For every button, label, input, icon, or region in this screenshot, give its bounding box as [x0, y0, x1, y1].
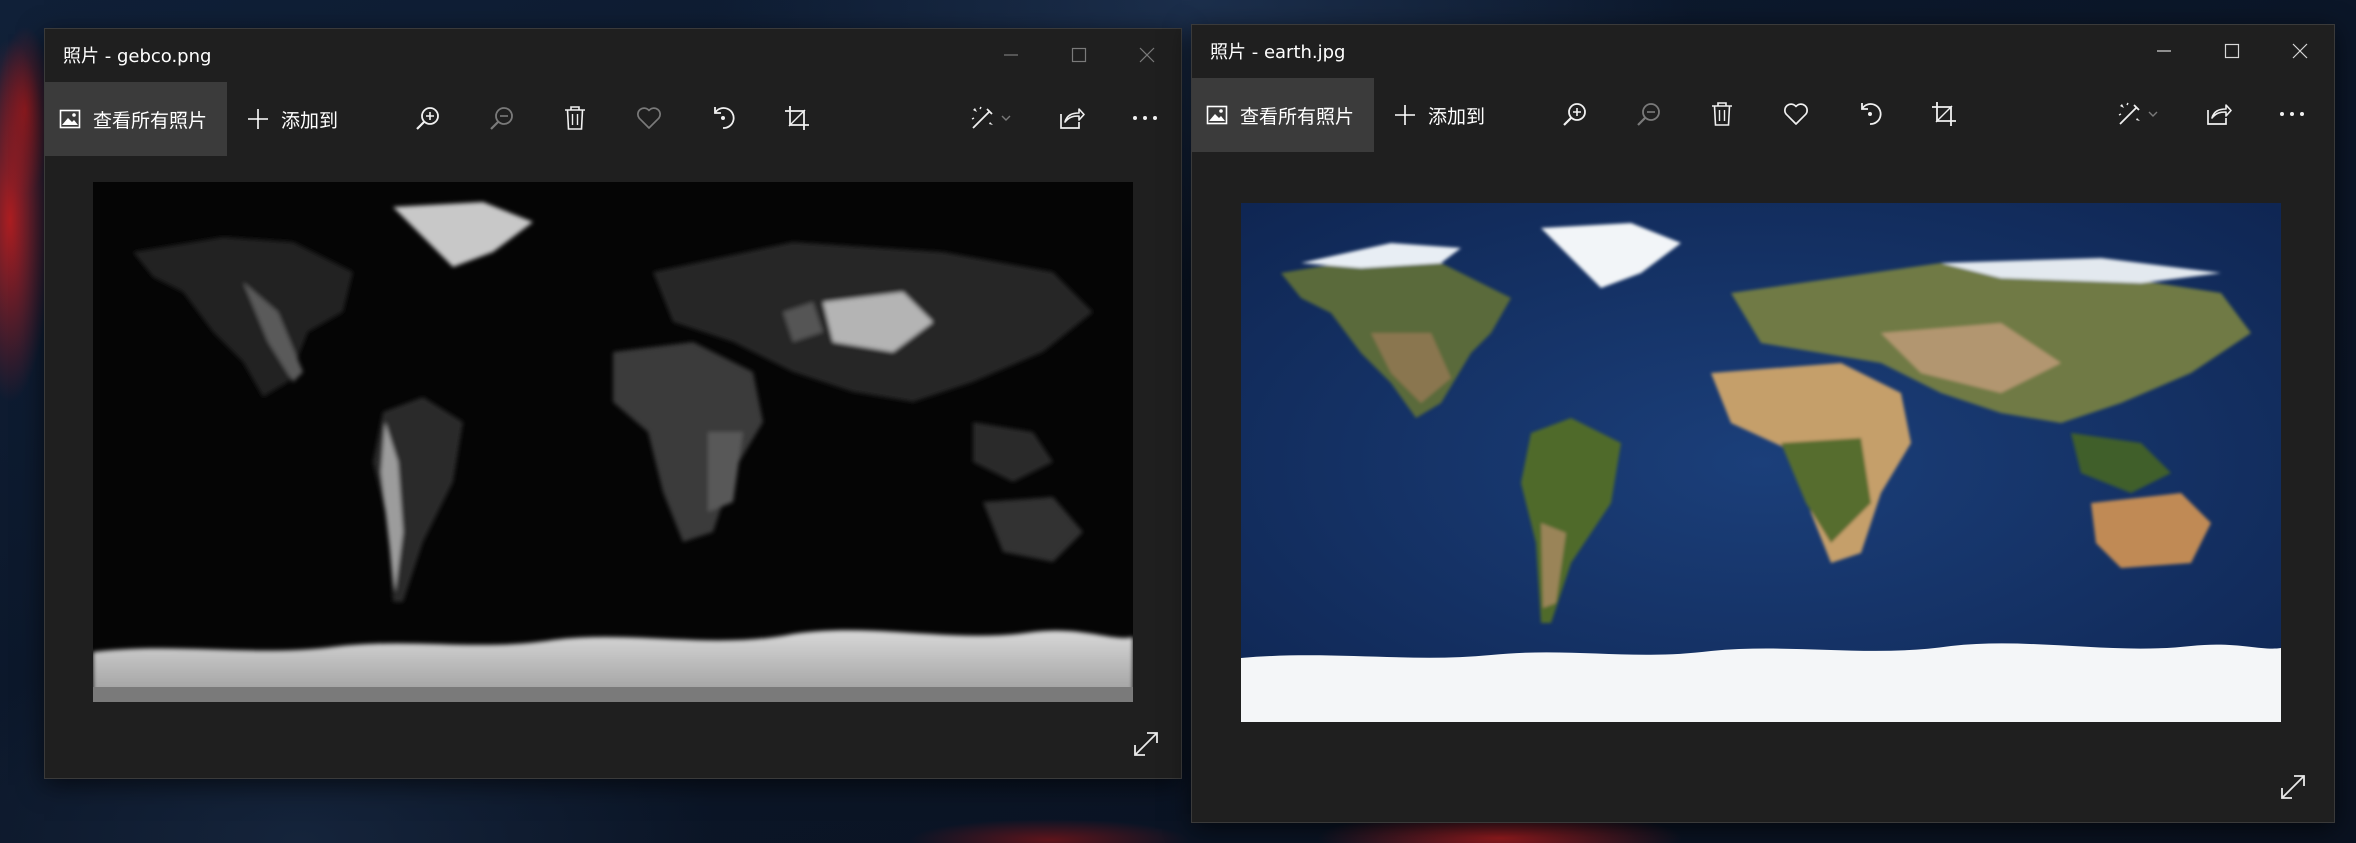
- plus-icon: [248, 109, 269, 129]
- view-all-photos-button[interactable]: 查看所有照片: [1192, 78, 1375, 152]
- add-to-button[interactable]: 添加到: [1374, 78, 1503, 152]
- share-button[interactable]: [1042, 81, 1102, 155]
- zoom-out-icon: [490, 107, 513, 130]
- close-icon: [1139, 47, 1155, 63]
- zoom-in-icon: [1563, 103, 1586, 126]
- minimize-icon: [2157, 50, 2171, 52]
- window-controls: [977, 29, 1181, 81]
- minimize-button[interactable]: [977, 29, 1045, 81]
- add-to-button[interactable]: 添加到: [227, 82, 356, 156]
- photo-icon: [59, 109, 81, 129]
- window-title: 照片 - gebco.png: [63, 46, 212, 67]
- photo-icon: [1206, 105, 1228, 125]
- photos-window-gebco[interactable]: 照片 - gebco.png 查看所有照片 添加到: [44, 28, 1182, 779]
- more-icon: [1133, 116, 1157, 120]
- minimize-icon: [1004, 54, 1018, 56]
- maximize-button[interactable]: [2198, 25, 2266, 77]
- share-icon: [1060, 108, 1085, 129]
- heart-icon: [637, 107, 661, 129]
- minimize-button[interactable]: [2130, 25, 2198, 77]
- view-all-photos-label: 查看所有照片: [93, 109, 208, 132]
- rotate-icon: [714, 107, 735, 129]
- close-icon: [2292, 43, 2308, 59]
- add-to-label: 添加到: [1428, 105, 1486, 128]
- favorite-button[interactable]: [1766, 77, 1826, 151]
- close-button[interactable]: [1113, 29, 1181, 81]
- delete-button[interactable]: [1692, 77, 1752, 151]
- zoom-out-icon: [1637, 103, 1660, 126]
- rotate-icon: [1861, 103, 1882, 125]
- edit-create-button[interactable]: [2105, 77, 2175, 151]
- rotate-button[interactable]: [693, 81, 753, 155]
- view-all-photos-button[interactable]: 查看所有照片: [45, 82, 228, 156]
- close-button[interactable]: [2266, 25, 2334, 77]
- heart-icon: [1784, 103, 1808, 125]
- title-bar[interactable]: 照片 - earth.jpg: [1192, 25, 2334, 77]
- trash-icon: [1712, 102, 1732, 126]
- zoom-in-icon: [416, 107, 439, 130]
- photo-gebco[interactable]: [93, 182, 1133, 702]
- photos-window-earth[interactable]: 照片 - earth.jpg 查看所有照片 添加到: [1191, 24, 2335, 823]
- zoom-in-button[interactable]: [1545, 77, 1605, 151]
- edit-create-icon: [2118, 102, 2158, 125]
- title-bar[interactable]: 照片 - gebco.png: [45, 29, 1181, 81]
- more-button[interactable]: [1115, 81, 1175, 155]
- window-title: 照片 - earth.jpg: [1210, 42, 1346, 63]
- zoom-out-button[interactable]: [472, 81, 532, 155]
- maximize-button[interactable]: [1045, 29, 1113, 81]
- photo-earth[interactable]: [1241, 203, 2281, 722]
- view-all-photos-label: 查看所有照片: [1240, 105, 1355, 128]
- edit-create-icon: [971, 106, 1011, 129]
- maximize-icon: [2224, 43, 2240, 59]
- crop-button[interactable]: [1914, 77, 1974, 151]
- expand-icon: [1134, 732, 1158, 756]
- delete-button[interactable]: [545, 81, 605, 155]
- maximize-icon: [1071, 47, 1087, 63]
- plus-icon: [1395, 105, 1416, 125]
- full-screen-button[interactable]: [1121, 719, 1171, 769]
- more-icon: [2280, 112, 2304, 116]
- zoom-in-button[interactable]: [398, 81, 458, 155]
- more-button[interactable]: [2262, 77, 2322, 151]
- crop-icon: [785, 106, 809, 130]
- favorite-button[interactable]: [619, 81, 679, 155]
- share-button[interactable]: [2189, 77, 2249, 151]
- desktop-background: 照片 - gebco.png 查看所有照片 添加到 照片 - earth.jpg…: [0, 0, 2356, 843]
- crop-icon: [1932, 102, 1956, 126]
- add-to-label: 添加到: [281, 109, 339, 132]
- full-screen-button[interactable]: [2268, 762, 2318, 812]
- edit-create-button[interactable]: [958, 81, 1028, 155]
- rotate-button[interactable]: [1840, 77, 1900, 151]
- crop-button[interactable]: [767, 81, 827, 155]
- trash-icon: [565, 106, 585, 130]
- expand-icon: [2281, 775, 2305, 799]
- window-controls: [2130, 25, 2334, 77]
- zoom-out-button[interactable]: [1619, 77, 1679, 151]
- share-icon: [2207, 104, 2232, 125]
